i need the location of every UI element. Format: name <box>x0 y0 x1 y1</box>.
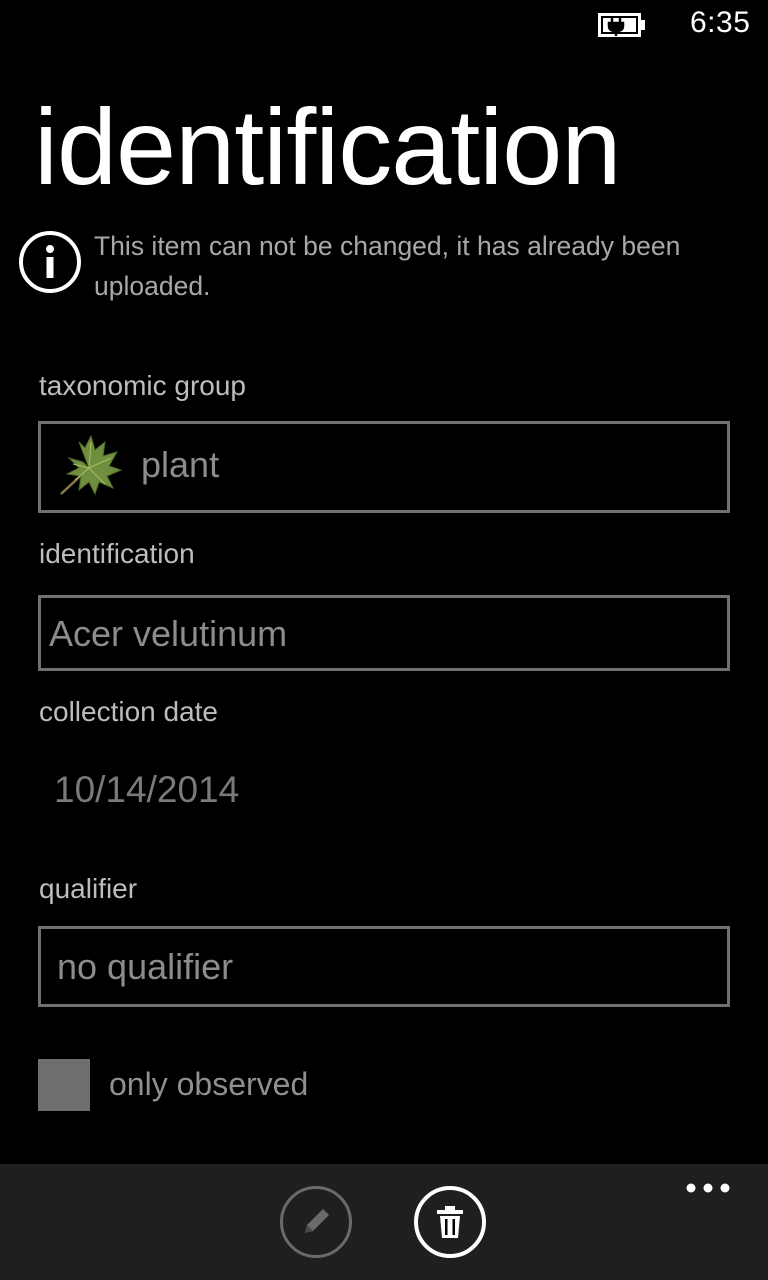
taxonomic-group-label: taxonomic group <box>39 370 247 401</box>
leaf-icon <box>60 434 123 496</box>
battery-charging-icon <box>598 13 645 37</box>
app-bar <box>0 1164 768 1280</box>
only-observed-label: only observed <box>109 1066 309 1102</box>
notice-text: This item can not be changed, it has alr… <box>94 231 681 301</box>
delete-button[interactable] <box>414 1186 486 1258</box>
info-icon <box>19 231 81 293</box>
identification-value: Acer velutinum <box>49 613 288 654</box>
only-observed-checkbox[interactable] <box>38 1059 90 1111</box>
identification-label: identification <box>39 538 195 569</box>
trash-icon <box>437 1206 463 1238</box>
qualifier-label: qualifier <box>39 873 138 904</box>
status-bar: 6:35 <box>0 0 768 52</box>
page-title: identification <box>34 86 621 207</box>
ellipsis-icon[interactable] <box>686 1182 730 1194</box>
collection-date-label: collection date <box>39 696 219 727</box>
taxonomic-group-value: plant <box>141 444 220 485</box>
edit-button[interactable] <box>280 1186 352 1258</box>
pencil-icon <box>305 1209 329 1233</box>
qualifier-field[interactable]: no qualifier <box>38 926 730 1007</box>
taxonomic-group-field[interactable]: plant <box>38 421 730 513</box>
identification-field[interactable]: Acer velutinum <box>38 595 730 671</box>
collection-date-value[interactable]: 10/14/2014 <box>54 769 239 811</box>
qualifier-value: no qualifier <box>57 946 234 987</box>
clock: 6:35 <box>690 6 751 39</box>
